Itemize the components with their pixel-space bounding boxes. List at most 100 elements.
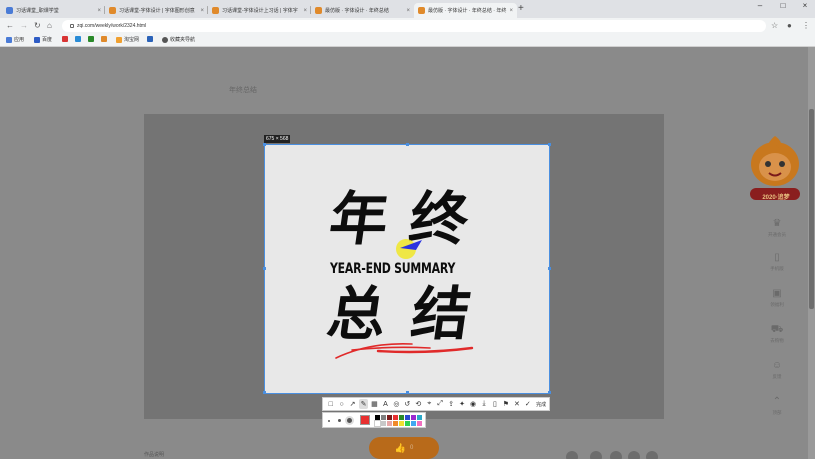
swatch-yellow[interactable] <box>399 421 404 426</box>
current-color-swatch[interactable] <box>360 415 370 425</box>
pen-tool-icon[interactable]: ✎ <box>358 399 369 409</box>
bookmark-baidu[interactable]: 百度 <box>34 36 52 43</box>
pin-icon[interactable]: ⌖ <box>425 399 434 409</box>
tab-0[interactable]: 习话课堂_职课学堂 × <box>2 3 105 18</box>
share-circle[interactable] <box>590 451 602 459</box>
swatch-light-gray[interactable] <box>381 421 386 426</box>
bookmark-2[interactable] <box>62 36 70 42</box>
site-icon <box>75 36 81 42</box>
resize-handle[interactable] <box>406 391 409 394</box>
bookmark-4[interactable] <box>88 36 96 42</box>
rect-tool-icon[interactable]: □ <box>326 399 335 409</box>
swatch-maroon[interactable] <box>387 415 392 420</box>
bookmark-icon[interactable]: ⚑ <box>501 399 510 409</box>
page-icon <box>315 7 322 14</box>
share-circle[interactable] <box>610 451 622 459</box>
swatch-teal[interactable] <box>417 415 422 420</box>
swatch-sky[interactable] <box>411 421 416 426</box>
rail-item-gift[interactable]: ▣ 领福利 <box>757 288 797 308</box>
size-small[interactable] <box>328 420 330 422</box>
done-button[interactable]: 完成 <box>536 401 546 408</box>
text-tool-icon[interactable]: A <box>381 399 390 409</box>
record-icon[interactable]: ◉ <box>468 399 477 409</box>
swatch-lime[interactable] <box>405 421 410 426</box>
site-icon <box>147 36 153 42</box>
back-icon[interactable]: ← <box>6 20 14 32</box>
bookmark-apps[interactable]: 应用 <box>6 36 24 43</box>
swatch-magenta[interactable] <box>417 421 422 426</box>
like-button[interactable]: 👍 0 <box>369 437 439 459</box>
resize-handle[interactable] <box>548 267 551 270</box>
new-tab-button[interactable]: + <box>518 3 524 15</box>
expand-icon[interactable]: ⤢ <box>436 399 445 409</box>
home-icon[interactable]: ⌂ <box>47 20 52 32</box>
site-icon <box>62 36 68 42</box>
scrollbar[interactable] <box>808 47 815 459</box>
rail-item-feedback[interactable]: ☺ 反馈 <box>757 360 797 380</box>
star-icon[interactable]: ☆ <box>771 20 778 32</box>
share-circle[interactable] <box>628 451 640 459</box>
size-medium[interactable] <box>338 419 341 422</box>
bookmark-3[interactable] <box>75 36 83 42</box>
ellipse-tool-icon[interactable]: ○ <box>337 399 346 409</box>
tab-4-active[interactable]: 最仿版 · 字体设计 · 年终总结 · 年终 × <box>414 3 517 18</box>
swatch-pink[interactable] <box>387 421 392 426</box>
rail-item-vip[interactable]: ♛ 开通会员 <box>757 218 797 238</box>
share-icon[interactable]: ⇪ <box>446 399 455 409</box>
undo-icon[interactable]: ↺ <box>403 399 412 409</box>
magic-icon[interactable]: ✦ <box>457 399 466 409</box>
close-icon[interactable]: ✕ <box>512 399 521 409</box>
window-close-icon[interactable]: × <box>797 1 813 10</box>
swatch-red[interactable] <box>393 415 398 420</box>
mosaic-tool-icon[interactable]: ▦ <box>370 399 379 409</box>
resize-handle[interactable] <box>263 143 266 146</box>
number-tool-icon[interactable]: ◎ <box>392 399 401 409</box>
swatch-white[interactable] <box>374 420 381 427</box>
phone-icon[interactable]: ▯ <box>490 399 499 409</box>
scrollbar-thumb[interactable] <box>809 109 814 309</box>
site-icon <box>88 36 94 42</box>
swatch-black[interactable] <box>375 415 380 420</box>
bookmark-taobao[interactable]: 淘宝网 <box>116 36 139 43</box>
rail-item-cart[interactable]: ⛟ 去购物 <box>757 324 797 344</box>
swatch-purple[interactable] <box>411 415 416 420</box>
minimize-icon[interactable]: – <box>752 1 768 10</box>
swatch-green[interactable] <box>399 415 404 420</box>
close-icon[interactable]: × <box>97 8 101 14</box>
bookmark-label: 百度 <box>42 37 53 43</box>
rail-item-top[interactable]: ⌃ 顶部 <box>757 396 797 416</box>
maximize-icon[interactable]: □ <box>775 1 791 10</box>
rotate-icon[interactable]: ⟲ <box>414 399 423 409</box>
share-circle[interactable] <box>646 451 658 459</box>
swatch-orange[interactable] <box>393 421 398 426</box>
menu-icon[interactable]: ⋮ <box>802 20 810 32</box>
reload-icon[interactable]: ↻ <box>34 20 41 32</box>
bookmark-7[interactable] <box>147 36 155 42</box>
resize-handle[interactable] <box>263 391 266 394</box>
check-icon[interactable]: ✓ <box>523 399 532 409</box>
close-icon[interactable]: × <box>406 8 410 14</box>
close-icon[interactable]: × <box>200 8 204 14</box>
download-icon[interactable]: ⤓ <box>479 399 488 409</box>
close-icon[interactable]: × <box>509 8 513 14</box>
url-text: zqi.com/weekly/work/2324.html <box>77 23 147 29</box>
share-circle[interactable] <box>566 451 578 459</box>
tab-2[interactable]: 习话课堂-字体设计上习话 | 字体字 × <box>208 3 311 18</box>
swatch-gray[interactable] <box>381 415 386 420</box>
close-icon[interactable]: × <box>303 8 307 14</box>
tab-3[interactable]: 最仿版 · 字体设计 · 年终总结 × <box>311 3 414 18</box>
address-input[interactable]: zqi.com/weekly/work/2324.html <box>62 20 766 32</box>
forward-icon[interactable]: → <box>20 20 28 32</box>
arrow-tool-icon[interactable]: ↗ <box>348 399 357 409</box>
resize-handle[interactable] <box>548 143 551 146</box>
bookmark-5[interactable] <box>101 36 109 42</box>
resize-handle[interactable] <box>406 143 409 146</box>
tab-1[interactable]: 习话课堂-字体设计 | 字体图形创意 × <box>105 3 208 18</box>
swatch-blue[interactable] <box>405 415 410 420</box>
profile-icon[interactable]: ● <box>787 20 792 32</box>
size-large[interactable] <box>347 418 352 423</box>
resize-handle[interactable] <box>263 267 266 270</box>
rail-item-mobile[interactable]: ▯ 手机版 <box>757 252 797 272</box>
bookmark-nav[interactable]: 收藏夹导航 <box>162 36 195 43</box>
resize-handle[interactable] <box>548 391 551 394</box>
